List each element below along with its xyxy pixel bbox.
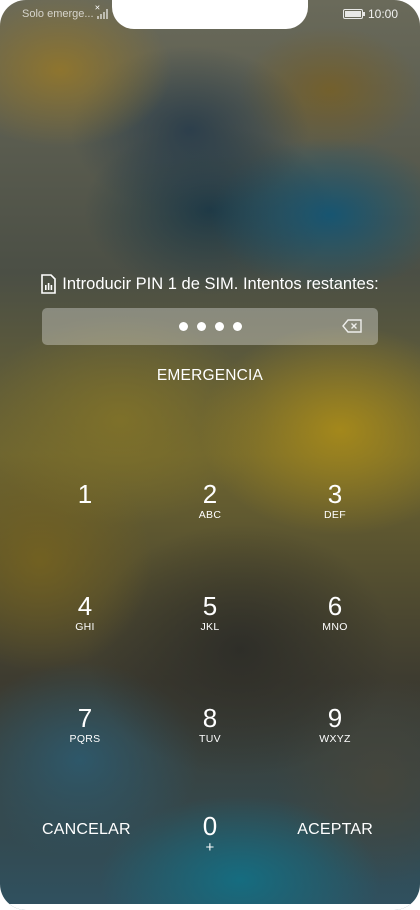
pin-dot — [178, 322, 188, 331]
status-bar-right: 10:00 — [342, 7, 398, 21]
key-letters: MNO — [322, 621, 348, 633]
pin-dot — [196, 322, 206, 331]
key-digit: 8 — [202, 703, 218, 733]
pin-masked-digits — [42, 308, 378, 345]
no-signal-icon: ✕ — [95, 5, 108, 19]
key-digit: 6 — [327, 591, 343, 621]
backspace-icon[interactable] — [342, 319, 362, 333]
status-bar-left: Solo emerge... ✕ — [22, 5, 108, 20]
key-letters: JKL — [200, 621, 220, 633]
pin-dot — [214, 322, 224, 331]
key-3[interactable]: 3 DEF — [290, 480, 380, 540]
emergency-button[interactable]: EMERGENCIA — [0, 367, 420, 385]
key-0[interactable]: 0 + — [165, 812, 255, 872]
key-digit: 0 — [202, 811, 218, 841]
key-digit: 4 — [77, 591, 93, 621]
key-9[interactable]: 9 WXYZ — [290, 704, 380, 764]
pin-prompt: Introducir PIN 1 de SIM. Intentos restan… — [0, 274, 420, 294]
key-letters: DEF — [324, 509, 346, 521]
key-7[interactable]: 7 PQRS — [40, 704, 130, 764]
key-letters: WXYZ — [319, 733, 351, 745]
clock: 10:00 — [367, 7, 398, 21]
key-digit: 9 — [327, 703, 343, 733]
camera-notch — [112, 0, 308, 29]
pin-prompt-text: Introducir PIN 1 de SIM. Intentos restan… — [62, 274, 379, 293]
sim-card-icon — [41, 274, 57, 294]
key-digit: 5 — [202, 591, 218, 621]
screen-bottom-edge — [0, 904, 420, 910]
battery-icon — [342, 9, 365, 19]
accept-button[interactable]: ACEPTAR — [297, 821, 373, 839]
key-digit: 3 — [327, 479, 343, 509]
key-5[interactable]: 5 JKL — [165, 592, 255, 652]
pin-input[interactable] — [42, 308, 378, 345]
lock-screen: Solo emerge... ✕ 10:00 Introducir PIN 1 … — [0, 0, 420, 910]
key-4[interactable]: 4 GHI — [40, 592, 130, 652]
key-letters: ABC — [198, 509, 222, 521]
key-letters: + — [205, 839, 215, 856]
key-6[interactable]: 6 MNO — [290, 592, 380, 652]
key-8[interactable]: 8 TUV — [165, 704, 255, 764]
key-digit: 2 — [202, 479, 218, 509]
key-2[interactable]: 2 ABC — [165, 480, 255, 540]
carrier-text: Solo emerge... — [22, 8, 94, 20]
key-letters: PQRS — [69, 733, 101, 745]
key-letters: TUV — [199, 733, 221, 745]
key-digit: 7 — [77, 703, 93, 733]
cancel-button[interactable]: CANCELAR — [42, 821, 131, 839]
key-letters: GHI — [75, 621, 95, 633]
key-1[interactable]: 1 — [40, 480, 130, 540]
pin-dot — [232, 322, 242, 331]
key-digit: 1 — [77, 479, 93, 509]
